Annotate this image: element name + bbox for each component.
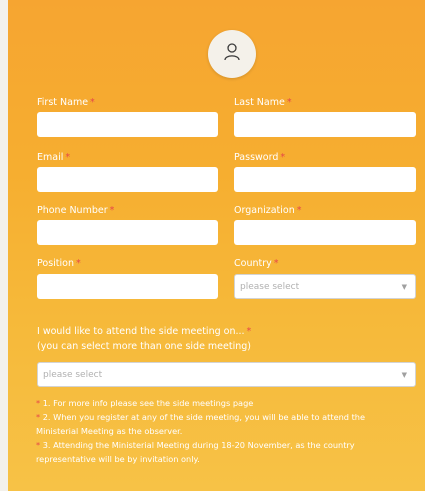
password-field[interactable] <box>234 167 416 192</box>
side-meeting-select[interactable]: please select ▼ <box>37 362 416 387</box>
email-label: Email * <box>37 152 70 164</box>
note-marker: * <box>36 440 41 450</box>
side-meeting-label-text: I would like to attend the side meeting … <box>37 326 245 337</box>
note-text: 3. Attending the Ministerial Meeting dur… <box>42 440 355 450</box>
organization-label-text: Organization <box>234 205 295 216</box>
required-marker: * <box>280 152 286 163</box>
phone-number-label-text: Phone Number <box>37 205 108 216</box>
note-continuation: representative will be by invitation onl… <box>36 454 200 464</box>
note-item: * 2. When you register at any of the sid… <box>36 410 425 424</box>
side-meeting-select-value: please select <box>43 369 103 380</box>
user-icon <box>222 42 242 66</box>
last-name-label: Last Name * <box>234 97 292 109</box>
note-continuation: Ministerial Meeting as the observer. <box>36 426 183 436</box>
last-name-input[interactable] <box>234 112 416 137</box>
country-select[interactable]: please select ▼ <box>234 274 416 299</box>
required-marker: * <box>90 97 95 108</box>
note-text: 2. When you register at any of the side … <box>42 412 366 422</box>
registration-form: First Name * Last Name * Email * Password * … <box>8 0 425 491</box>
organization-input[interactable] <box>234 220 416 245</box>
chevron-down-icon: ▼ <box>401 370 407 379</box>
country-label-text: Country <box>234 258 272 269</box>
note-marker: * <box>36 412 41 422</box>
chevron-down-icon: ▼ <box>401 282 407 291</box>
required-marker: * <box>109 205 115 216</box>
email-field[interactable] <box>37 167 218 192</box>
note-item: * 1. For more info please see the side m… <box>36 396 425 410</box>
phone-number-input[interactable] <box>37 220 218 245</box>
first-name-label-text: First Name <box>37 97 89 108</box>
position-label: Position * <box>37 258 81 270</box>
position-input[interactable] <box>37 274 218 299</box>
required-marker: * <box>246 326 252 337</box>
country-label: Country * <box>234 258 279 270</box>
side-meeting-notes: * 1. For more info please see the side m… <box>36 396 425 466</box>
side-meeting-label: I would like to attend the side meeting … <box>37 325 251 339</box>
side-meeting-sublabel: (you can select more than one side meeti… <box>37 341 251 352</box>
required-marker: * <box>296 205 302 216</box>
required-marker: * <box>65 152 71 163</box>
password-label-text: Password <box>234 152 279 163</box>
first-name-label: First Name * <box>37 97 95 109</box>
required-marker: * <box>286 97 292 108</box>
last-name-label-text: Last Name <box>234 97 285 108</box>
email-label-text: Email <box>37 152 64 163</box>
password-label: Password * <box>234 152 285 164</box>
note-item: * 3. Attending the Ministerial Meeting d… <box>36 438 425 452</box>
note-text: 1. For more info please see the side mee… <box>42 398 254 408</box>
organization-label: Organization * <box>234 205 301 217</box>
phone-number-label: Phone Number * <box>37 205 114 217</box>
required-marker: * <box>273 258 279 269</box>
avatar <box>208 30 256 78</box>
required-marker: * <box>76 258 81 269</box>
position-label-text: Position <box>37 258 74 269</box>
note-marker: * <box>36 398 41 408</box>
country-select-value: please select <box>240 281 300 292</box>
first-name-input[interactable] <box>37 112 218 137</box>
